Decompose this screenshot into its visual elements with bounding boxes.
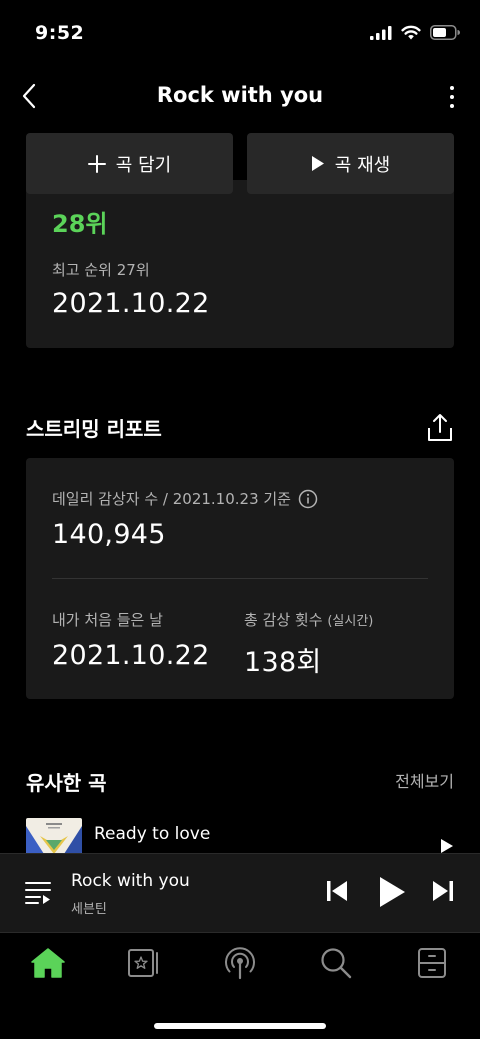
play-icon[interactable]	[440, 838, 454, 854]
status-time: 9:52	[35, 22, 85, 44]
queue-icon[interactable]	[25, 881, 51, 905]
tab-storage[interactable]	[412, 943, 452, 983]
total-plays-value: 138회	[244, 647, 322, 678]
page-title: Rock with you	[156, 83, 324, 107]
divider	[52, 578, 428, 579]
play-icon	[311, 156, 324, 171]
best-rank-date: 2021.10.22	[52, 288, 210, 319]
add-song-button[interactable]: 곡 담기	[26, 133, 233, 194]
best-rank-label: 최고 순위 27위	[52, 261, 150, 279]
tab-search[interactable]	[316, 943, 356, 983]
previous-track-icon[interactable]	[326, 880, 348, 902]
play-song-label: 곡 재생	[334, 154, 391, 176]
first-listen-label: 내가 처음 들은 날	[52, 611, 163, 629]
daily-listeners-label: 데일리 감상자 수 / 2021.10.23 기준	[52, 490, 291, 508]
list-item[interactable]: Ready to love	[26, 818, 466, 854]
similar-song-title: Ready to love	[94, 824, 211, 844]
plus-icon	[87, 154, 106, 173]
home-icon	[31, 948, 65, 978]
mini-player[interactable]: Rock with you 세븐틴	[0, 853, 480, 933]
library-icon	[128, 949, 158, 977]
share-button[interactable]	[426, 413, 454, 443]
album-art	[26, 818, 82, 854]
total-plays-label-text: 총 감상 횟수	[244, 611, 323, 629]
see-all-link[interactable]: 전체보기	[395, 768, 454, 792]
tab-bar	[0, 933, 480, 1039]
more-dot-icon	[450, 86, 454, 90]
tab-podcast[interactable]	[220, 943, 260, 983]
podcast-icon	[225, 947, 255, 980]
next-track-icon[interactable]	[432, 880, 454, 902]
streaming-report-card: 데일리 감상자 수 / 2021.10.23 기준 140,945 내가 처음 …	[26, 458, 454, 699]
similar-songs-title: 유사한 곡	[26, 771, 107, 795]
current-rank: 28위	[52, 210, 108, 238]
status-icons	[370, 25, 460, 40]
daily-listeners-label-row: 데일리 감상자 수 / 2021.10.23 기준	[52, 488, 318, 509]
more-dot-icon	[450, 95, 454, 99]
total-plays-label: 총 감상 횟수 (실시간)	[244, 609, 373, 630]
play-song-button[interactable]: 곡 재생	[247, 133, 454, 194]
add-song-label: 곡 담기	[115, 154, 172, 176]
action-row: 곡 담기 곡 재생	[26, 133, 454, 194]
ranking-card: 28위 최고 순위 27위 2021.10.22	[26, 180, 454, 348]
tab-home[interactable]	[28, 943, 68, 983]
storage-icon	[418, 948, 446, 978]
tab-library[interactable]	[124, 943, 164, 983]
total-plays-sublabel: (실시간)	[327, 614, 374, 629]
info-icon[interactable]	[298, 489, 318, 509]
play-pause-icon[interactable]	[378, 876, 406, 908]
now-playing-artist: 세븐틴	[71, 902, 107, 917]
streaming-report-title: 스트리밍 리포트	[26, 417, 162, 441]
battery-icon	[430, 25, 460, 40]
more-dot-icon	[450, 104, 454, 108]
now-playing-title: Rock with you	[71, 871, 190, 891]
daily-listeners-value: 140,945	[52, 519, 166, 550]
share-icon	[428, 414, 452, 441]
cellular-signal-icon	[370, 25, 392, 40]
status-bar: 9:52	[0, 0, 480, 70]
more-options-button[interactable]	[442, 80, 462, 114]
search-icon	[321, 948, 352, 979]
nav-bar: Rock with you	[0, 70, 480, 125]
wifi-icon	[401, 25, 421, 40]
home-indicator	[154, 1023, 326, 1029]
first-listen-value: 2021.10.22	[52, 640, 210, 671]
